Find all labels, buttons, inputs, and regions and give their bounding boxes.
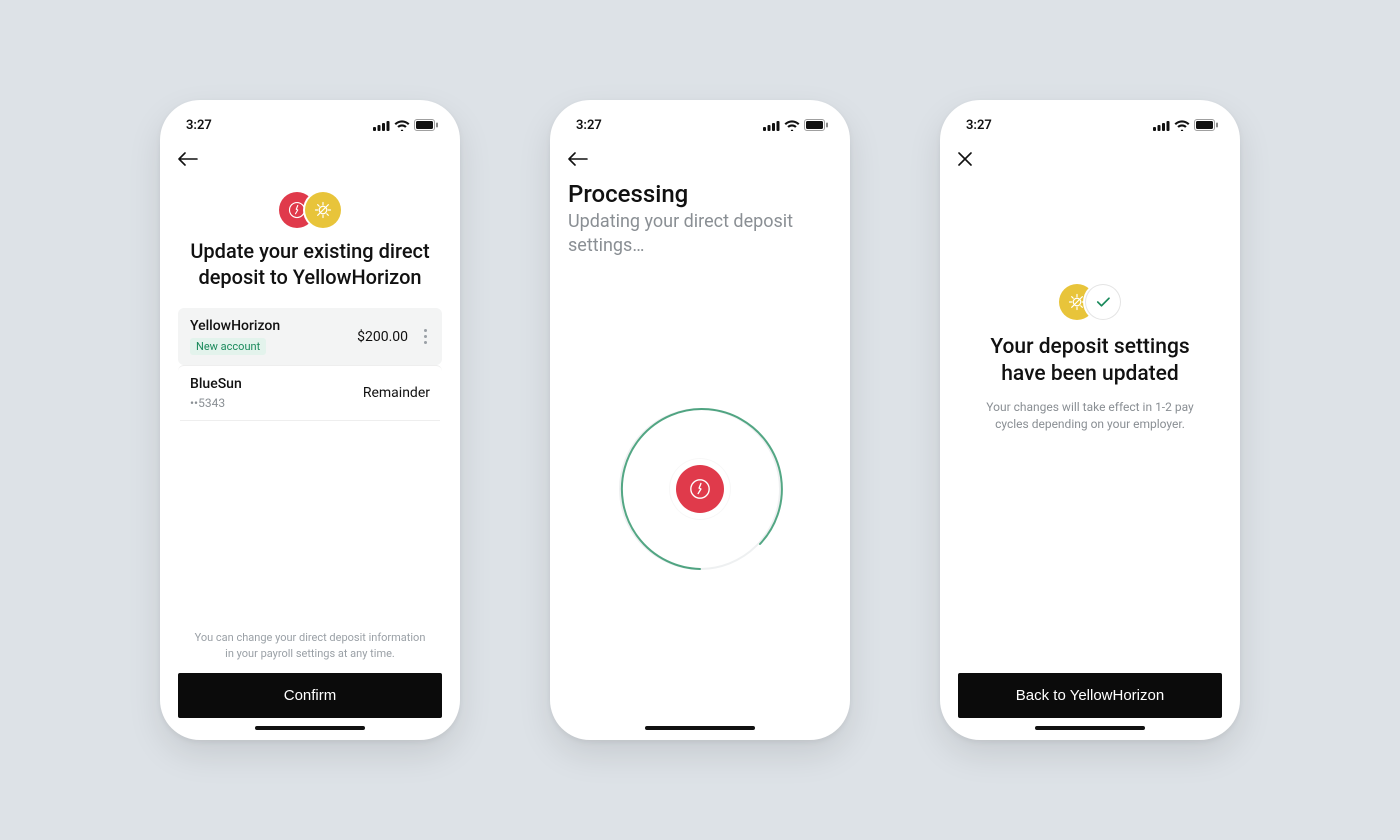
success-subtitle: Your changes will take effect in 1-2 pay… (958, 389, 1222, 434)
employer-logo-icon (676, 465, 724, 513)
home-indicator (645, 726, 755, 730)
nav-bar (940, 144, 1240, 174)
wifi-icon (1174, 120, 1190, 131)
phone-processing: 3:27 Processing Updating your direct dep… (550, 100, 850, 740)
back-button[interactable] (568, 152, 588, 166)
status-time: 3:27 (186, 118, 212, 133)
home-indicator (255, 726, 365, 730)
footer: You can change your direct deposit infor… (178, 630, 442, 740)
divider (180, 420, 440, 421)
brand-pair (279, 192, 341, 228)
battery-icon (804, 119, 828, 131)
account-amount: Remainder (363, 385, 430, 401)
screen-body: Update your existing direct deposit to Y… (160, 174, 460, 740)
page-title: Update your existing direct deposit to Y… (178, 238, 442, 290)
status-indicators (1153, 119, 1218, 131)
back-to-app-button[interactable]: Back to YellowHorizon (958, 673, 1222, 718)
confirm-button[interactable]: Confirm (178, 673, 442, 718)
account-row-secondary[interactable]: BlueSun ••5343 Remainder (178, 365, 442, 420)
status-bar: 3:27 (550, 106, 850, 144)
progress-spinner (615, 404, 785, 574)
close-button[interactable] (958, 152, 972, 166)
status-indicators (373, 119, 438, 131)
status-indicators (763, 119, 828, 131)
battery-icon (1194, 119, 1218, 131)
helper-text: You can change your direct deposit infor… (178, 630, 442, 673)
wifi-icon (394, 120, 410, 131)
cellular-icon (1153, 120, 1170, 131)
account-name: BlueSun (190, 376, 355, 392)
arrow-left-icon (568, 152, 588, 166)
status-bar: 3:27 (940, 106, 1240, 144)
battery-icon (414, 119, 438, 131)
back-button[interactable] (178, 152, 198, 166)
success-check-icon (1085, 284, 1121, 320)
account-name: YellowHorizon (190, 318, 349, 334)
cellular-icon (373, 120, 390, 131)
phone-row: 3:27 Update your existing direct dep (160, 100, 1240, 740)
status-time: 3:27 (966, 118, 992, 133)
account-menu-button[interactable] (416, 329, 430, 344)
spinner-area (568, 239, 832, 740)
account-mask: ••5343 (190, 396, 355, 410)
processing-title: Processing (568, 180, 832, 208)
cellular-icon (763, 120, 780, 131)
nav-bar (160, 144, 460, 174)
phone-success: 3:27 Your deposit settings have been (940, 100, 1240, 740)
status-time: 3:27 (576, 118, 602, 133)
home-indicator (1035, 726, 1145, 730)
close-icon (958, 152, 972, 166)
nav-bar (550, 144, 850, 174)
account-row-primary[interactable]: YellowHorizon New account $200.00 (178, 308, 442, 365)
arrow-left-icon (178, 152, 198, 166)
status-bar: 3:27 (160, 106, 460, 144)
screen-body: Your deposit settings have been updated … (940, 174, 1240, 740)
screen-body: Processing Updating your direct deposit … (550, 174, 850, 740)
phone-update-deposit: 3:27 Update your existing direct dep (160, 100, 460, 740)
brand-pair (1059, 284, 1121, 320)
new-account-badge: New account (190, 338, 266, 355)
destination-logo-icon (305, 192, 341, 228)
account-amount: $200.00 (357, 329, 408, 345)
wifi-icon (784, 120, 800, 131)
success-title: Your deposit settings have been updated (958, 334, 1222, 389)
